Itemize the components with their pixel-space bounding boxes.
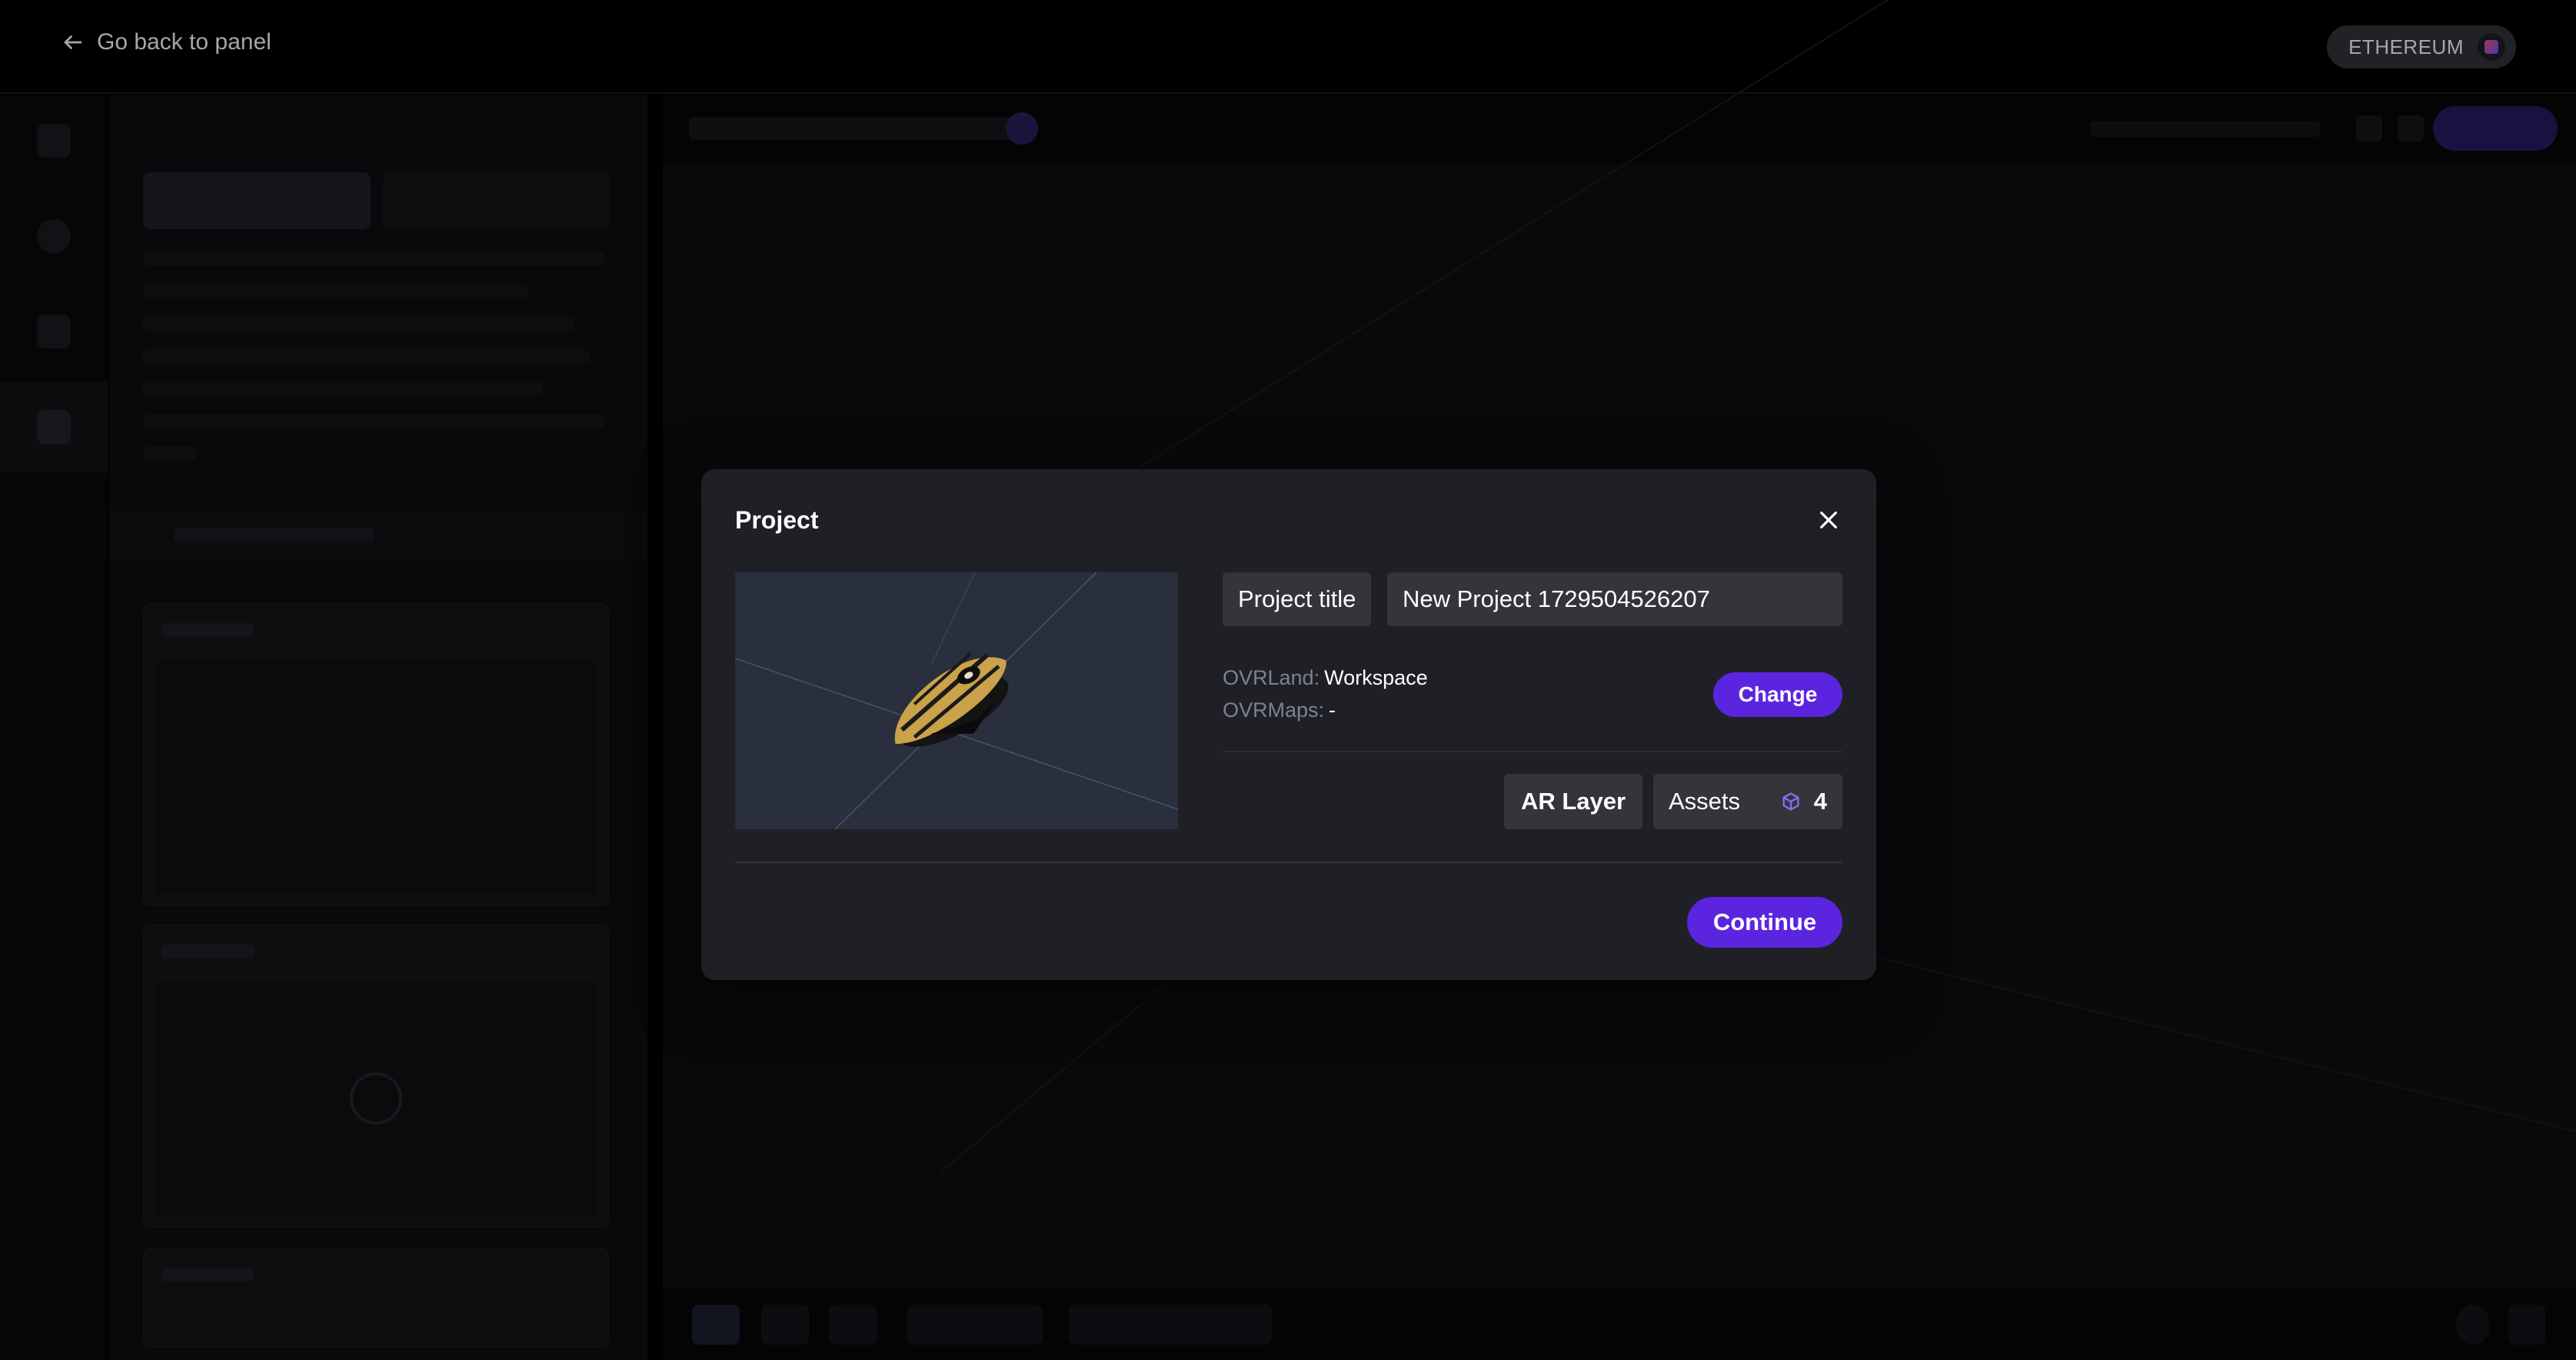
assets-label: Assets: [1669, 788, 1741, 815]
ovrmaps-row: OVRMaps: -: [1223, 698, 1336, 722]
continue-button[interactable]: Continue: [1687, 897, 1842, 948]
project-modal: Project Project title New Project 172950…: [701, 469, 1876, 980]
divider-footer: [735, 862, 1842, 863]
project-title-label: Project title: [1223, 572, 1372, 626]
ovrmaps-key: OVRMaps:: [1223, 698, 1325, 722]
change-location-button[interactable]: Change: [1713, 672, 1842, 717]
layer-badge: AR Layer: [1504, 774, 1642, 829]
ovrland-row: OVRLand: Workspace: [1223, 666, 1428, 690]
model-preview-image: [735, 572, 1178, 829]
assets-count: 4: [1813, 788, 1827, 815]
divider: [1223, 751, 1842, 752]
project-thumbnail: [735, 572, 1178, 829]
close-button[interactable]: [1812, 503, 1845, 537]
ovrland-value: Workspace: [1324, 666, 1428, 689]
ovrland-key: OVRLand:: [1223, 666, 1320, 689]
modal-title: Project: [735, 506, 819, 534]
close-icon: [1820, 512, 1837, 528]
cube-icon: [1782, 792, 1799, 811]
app-root: Go back to panel ETHEREUM Project Projec…: [0, 0, 2576, 1360]
assets-badge: Assets 4: [1653, 774, 1842, 829]
ovrmaps-value: -: [1329, 698, 1336, 722]
project-title-input[interactable]: [1387, 572, 1842, 626]
